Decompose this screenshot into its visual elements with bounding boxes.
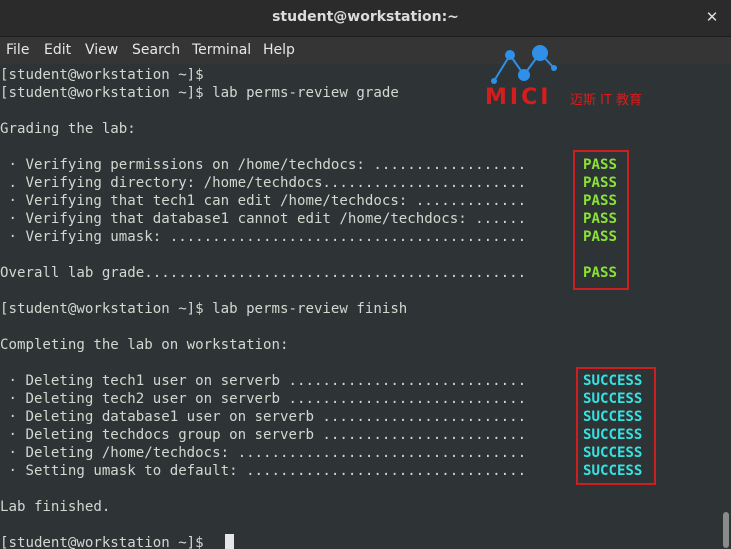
terminal-line: · Deleting database1 user on serverb ...… [0,409,527,425]
window-title: student@workstation:~ [272,9,459,25]
close-icon[interactable]: ✕ [703,8,721,26]
terminal-line: . Verifying directory: /home/techdocs...… [0,175,527,191]
terminal-line: [student@workstation ~]$ lab perms-revie… [0,301,408,317]
terminal-line: · Verifying that database1 cannot edit /… [0,211,527,227]
menu-edit[interactable]: Edit [44,42,71,58]
logo-subtitle: 迈斯 IT 教育 [570,93,643,108]
terminal-line: [student@workstation ~]$ [0,67,204,83]
title-bar: student@workstation:~ ✕ [0,0,731,37]
text-cursor [225,534,234,549]
terminal-line: · Verifying that tech1 can edit /home/te… [0,193,527,209]
terminal-line: [student@workstation ~]$ lab perms-revie… [0,85,399,101]
logo-brand: MICI [485,85,552,110]
menu-search[interactable]: Search [132,42,180,58]
success-highlight-box [576,367,656,485]
pass-highlight-box [573,150,629,290]
menu-help[interactable]: Help [263,42,295,58]
mici-logo: MICI 迈斯 IT 教育 [482,38,657,110]
menu-file[interactable]: File [6,42,29,58]
terminal-line: · Setting umask to default: ............… [0,463,527,479]
terminal-output[interactable]: [student@workstation ~]$ [student@workst… [0,64,731,549]
terminal-line: Grading the lab: [0,121,136,137]
terminal-line: · Verifying umask: .....................… [0,229,527,245]
terminal-line: · Deleting tech1 user on serverb .......… [0,373,527,389]
terminal-line: · Deleting tech2 user on serverb .......… [0,391,527,407]
terminal-line: · Verifying permissions on /home/techdoc… [0,157,527,173]
terminal-line: Completing the lab on workstation: [0,337,289,353]
terminal-prompt-line: [student@workstation ~]$ [0,535,213,549]
menu-terminal[interactable]: Terminal [192,42,251,58]
terminal-line: Lab finished. [0,499,111,515]
menu-view[interactable]: View [85,42,118,58]
scrollbar-thumb[interactable] [723,512,729,548]
terminal-line: Overall lab grade.......................… [0,265,527,281]
terminal-line: · Deleting /home/techdocs: .............… [0,445,527,461]
terminal-line: · Deleting techdocs group on serverb ...… [0,427,527,443]
logo-network-icon [491,45,557,84]
